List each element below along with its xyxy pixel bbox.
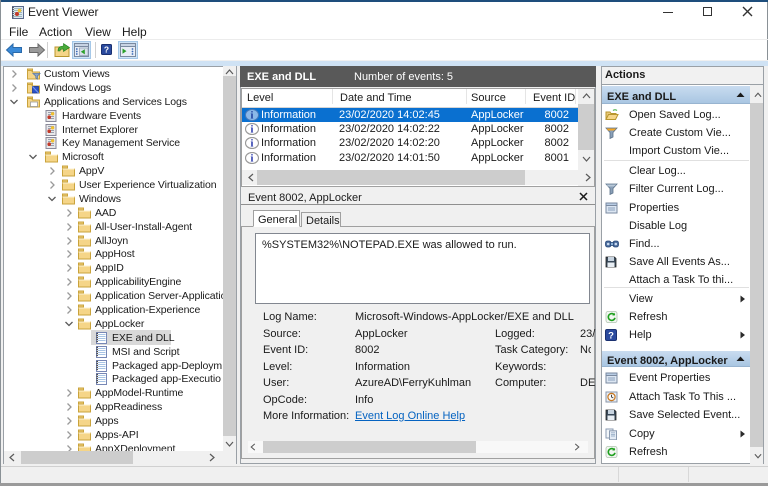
svg-text:i: i [251,153,254,163]
svg-text:?: ? [608,330,614,341]
svg-text:i: i [251,110,254,120]
svg-text:?: ? [104,45,109,55]
svg-text:i: i [251,125,254,135]
svg-text:i: i [251,139,254,149]
